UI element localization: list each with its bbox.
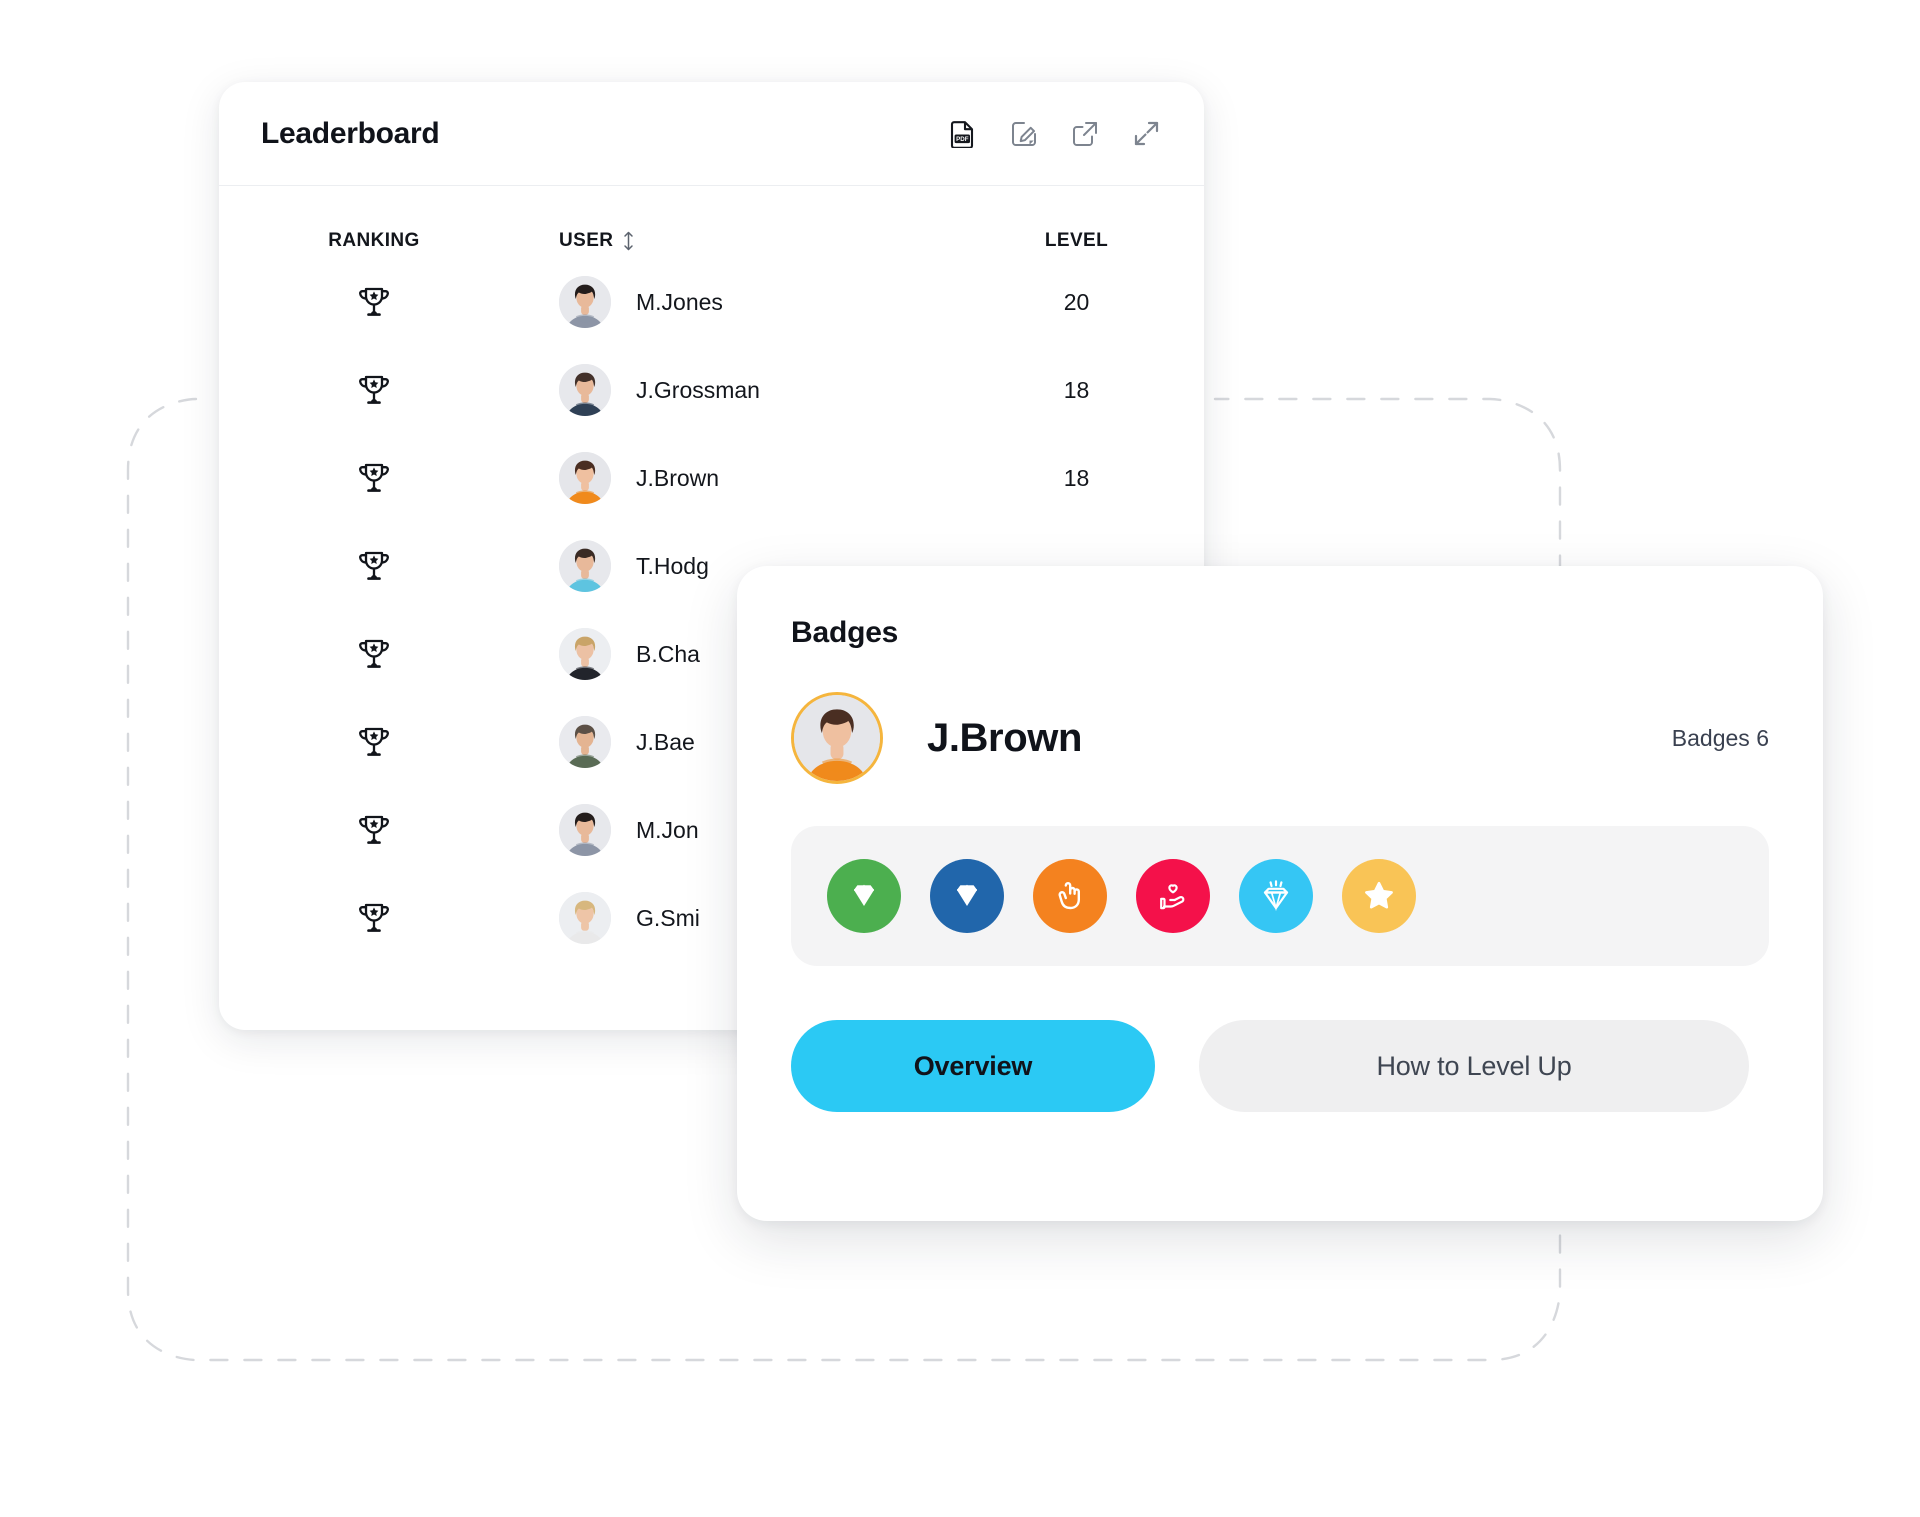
badge-star[interactable] <box>1342 859 1416 933</box>
avatar <box>791 692 883 784</box>
avatar <box>559 540 611 592</box>
avatar <box>559 276 611 328</box>
user-name: T.Hodg <box>636 552 709 579</box>
badges-card: Badges J.Brown Badges 6 Overview How to … <box>737 566 1823 1221</box>
user-name: G.Smi <box>636 904 700 931</box>
app-canvas: Leaderboard PDF RANKING USER LEVEL M.Jon… <box>0 0 1920 1517</box>
user-name: J.Brown <box>636 464 720 491</box>
user-level: 18 <box>1063 376 1090 403</box>
edit-icon[interactable] <box>1010 120 1038 148</box>
rock-hand-icon <box>1052 878 1088 914</box>
badge-gem-sparkle[interactable] <box>1239 859 1313 933</box>
user-name: J.Bae <box>636 728 695 755</box>
badge-heart-hand[interactable] <box>1136 859 1210 933</box>
open-external-icon[interactable] <box>1071 120 1099 148</box>
star-icon <box>1361 878 1397 914</box>
table-row[interactable]: J.Brown 18 <box>219 434 1204 522</box>
trophy-star-icon <box>219 725 529 759</box>
column-header-user: USER <box>559 230 614 251</box>
badge-rock-hand[interactable] <box>1033 859 1107 933</box>
trophy-star-icon <box>219 373 529 407</box>
trophy-star-icon <box>219 461 529 495</box>
column-header-ranking: RANKING <box>328 230 420 251</box>
badges-actions: Overview How to Level Up <box>791 1020 1769 1112</box>
user-cell: J.Brown <box>529 452 949 504</box>
avatar <box>559 364 611 416</box>
user-level: 20 <box>1063 288 1090 315</box>
user-level: 18 <box>1063 464 1090 491</box>
diamond-icon <box>948 877 986 915</box>
user-name: M.Jones <box>636 288 723 315</box>
badge-strip <box>791 826 1769 966</box>
badges-title: Badges <box>791 616 899 649</box>
user-cell: J.Grossman <box>529 364 949 416</box>
trophy-star-icon <box>219 813 529 847</box>
overview-button[interactable]: Overview <box>791 1020 1155 1112</box>
user-name: M.Jon <box>636 816 699 843</box>
profile-name: J.Brown <box>927 715 1082 760</box>
export-pdf-icon[interactable]: PDF <box>949 120 977 148</box>
sparkling-gem-icon <box>1257 877 1295 915</box>
leaderboard-toolbar: PDF <box>949 120 1160 148</box>
avatar <box>559 452 611 504</box>
avatar <box>559 716 611 768</box>
trophy-star-icon <box>219 901 529 935</box>
table-row[interactable]: M.Jones 20 <box>219 258 1204 346</box>
badges-profile-row: J.Brown Badges 6 <box>791 692 1769 784</box>
heart-in-hand-icon <box>1155 878 1191 914</box>
badge-diamond-green[interactable] <box>827 859 901 933</box>
expand-icon[interactable] <box>1132 120 1160 148</box>
avatar <box>559 628 611 680</box>
avatar <box>559 804 611 856</box>
trophy-star-icon <box>219 285 529 319</box>
user-name: J.Grossman <box>636 376 760 403</box>
page-title: Leaderboard <box>261 116 440 150</box>
diamond-icon <box>845 877 883 915</box>
user-cell: M.Jones <box>529 276 949 328</box>
user-name: B.Cha <box>636 640 700 667</box>
trophy-star-icon <box>219 637 529 671</box>
leaderboard-header: Leaderboard PDF <box>219 82 1204 186</box>
badges-count-label: Badges 6 <box>1671 724 1769 751</box>
avatar <box>559 892 611 944</box>
table-header-row: RANKING USER LEVEL <box>219 186 1204 258</box>
table-row[interactable]: J.Grossman 18 <box>219 346 1204 434</box>
how-to-level-up-button[interactable]: How to Level Up <box>1199 1020 1749 1112</box>
badge-diamond-blue[interactable] <box>930 859 1004 933</box>
trophy-star-icon <box>219 549 529 583</box>
svg-text:PDF: PDF <box>956 135 969 142</box>
sort-vertical-icon[interactable] <box>622 231 635 251</box>
column-header-level: LEVEL <box>1044 230 1109 251</box>
